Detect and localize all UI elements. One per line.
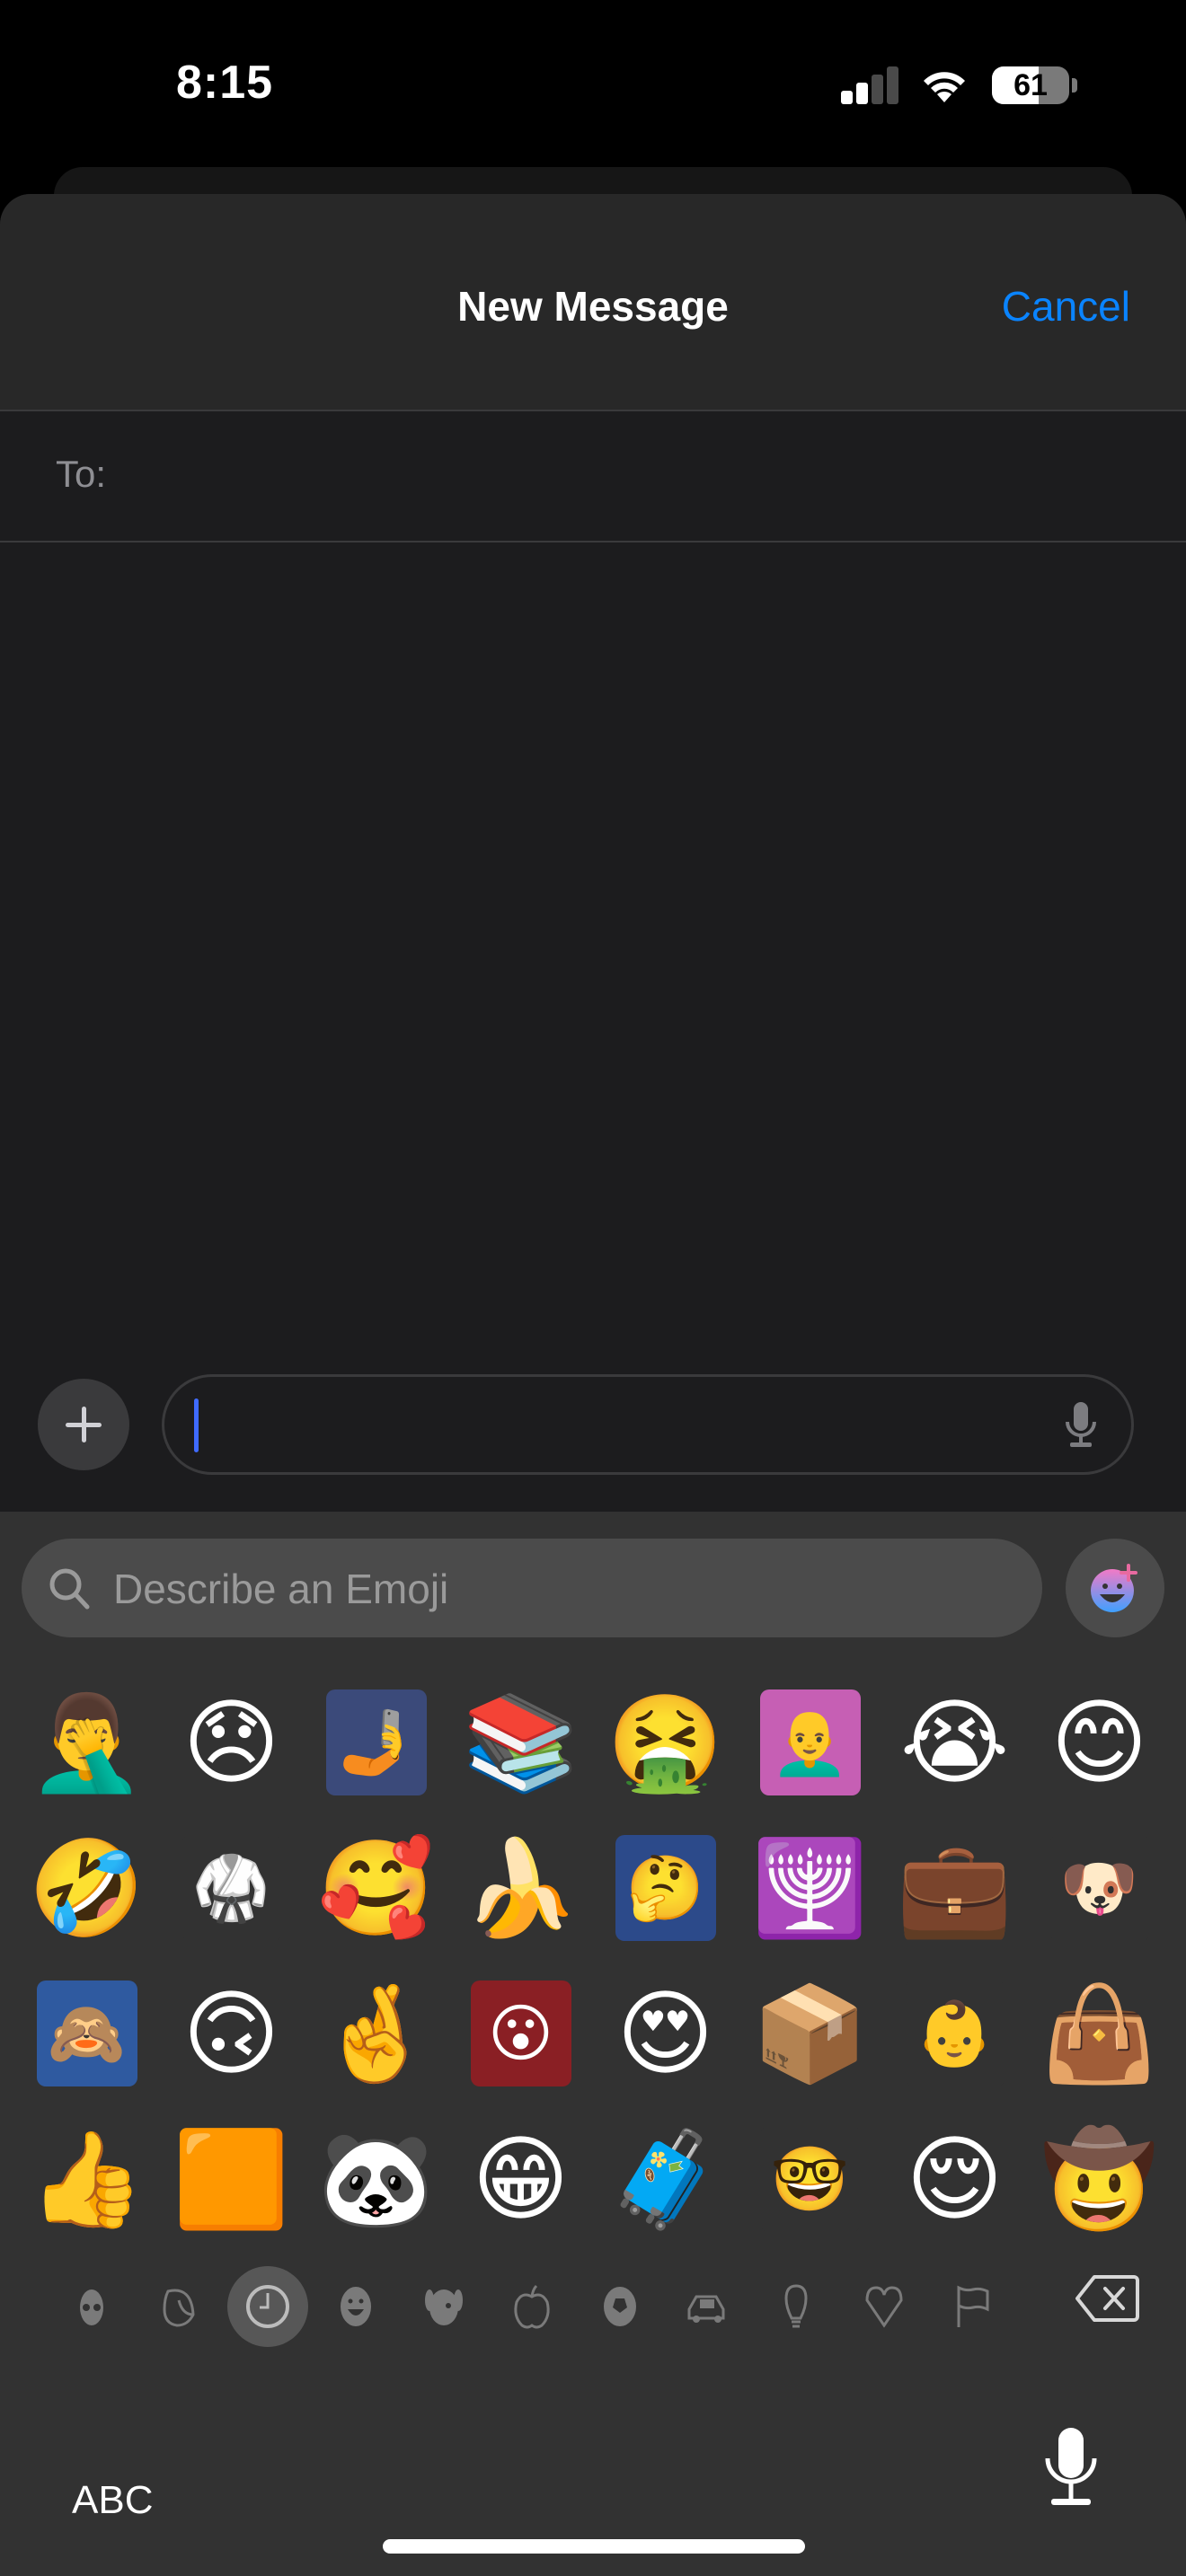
emoji-orange-square[interactable]: 🟧 (159, 2106, 304, 2252)
emoji-category-bar (54, 2266, 1132, 2347)
signal-bar (841, 91, 853, 104)
emoji-smiling-face-with-heart-eyes[interactable]: 😍 (593, 1961, 738, 2106)
to-label: To: (56, 453, 107, 495)
emoji-memoji-covering-eye[interactable]: 🙈 (14, 1961, 159, 2106)
wifi-icon (918, 63, 970, 104)
emoji-keyboard: 🤦‍♂️😞🤳📚🤮👨‍🦲😭😊 🤣🥋🥰🍌🤔🕎💼🐶 🙈🙃🤞😮😍📦👶👜 👍🟧🐼😁🧳🤓😌🤠 AB… (0, 1512, 1186, 2576)
clock-icon (246, 2285, 289, 2328)
message-field[interactable] (162, 1374, 1134, 1475)
emoji-menorah[interactable]: 🕎 (738, 1815, 882, 1961)
emoji-grid: 🤦‍♂️ 😞 🤳 📚 🤮 👨‍🦲 😭 😊 🤣 🥋 🥰 🍌 🤔 🕎 💼 🐶 🙈 🙃 🤞 😮 😍 📦 👶 👜 👍 🟧 🐼 😁 🧳 🤓 😌 🤠 (14, 1670, 1173, 2252)
emoji-panda-eating-sticker[interactable]: 🐼 (304, 2106, 448, 2252)
emoji-briefcase[interactable]: 💼 (882, 1815, 1027, 1961)
status-time: 8:15 (176, 57, 274, 109)
battery-percent: 61 (1013, 68, 1048, 102)
emoji-upside-down-face[interactable]: 🙃 (159, 1961, 304, 2106)
flag-icon (957, 2285, 989, 2327)
dictation-microphone-icon[interactable] (1044, 2428, 1098, 2510)
category-animals[interactable] (403, 2266, 484, 2347)
photo-sticker-father-son-image: 🤳 (325, 1689, 427, 1795)
emoji-memoji-hand-on-cheek[interactable]: 😮 (448, 1961, 593, 2106)
emoji-snoopy-snorkel-sticker[interactable]: 🐶 (1027, 1815, 1172, 1961)
soccer-ball-icon (604, 2287, 636, 2326)
search-icon (49, 1568, 90, 1610)
emoji-search-field[interactable] (22, 1539, 1042, 1637)
emoji-smiling-face-with-hearts[interactable]: 🥰 (304, 1815, 448, 1961)
microphone-icon[interactable] (1065, 1402, 1097, 1449)
emoji-thumbs-up[interactable]: 👍 (14, 2106, 159, 2252)
car-icon (687, 2295, 725, 2323)
cancel-button[interactable]: Cancel (1002, 282, 1130, 331)
photo-sticker-baby-walker-image: 👶 (904, 1981, 1005, 2086)
apple-icon (514, 2284, 550, 2329)
emoji-smiling-face-with-smiling-eyes[interactable]: 😊 (1027, 1670, 1172, 1815)
dog-icon (425, 2289, 463, 2325)
snoopy-snorkel-sticker-image: 🐶 (1049, 1835, 1150, 1941)
emoji-photo-sticker-baby-walker[interactable]: 👶 (882, 1961, 1027, 2106)
memoji-pink-shirt-image: 👨‍🦲 (759, 1689, 861, 1795)
delete-backspace-icon[interactable] (1075, 2273, 1139, 2324)
emoji-relieved-face[interactable]: 😌 (882, 2106, 1027, 2252)
smiley-icon (341, 2287, 371, 2326)
emoji-photo-sticker-father-son[interactable]: 🤳 (304, 1670, 448, 1815)
genmoji-sparkle-face-icon (1091, 1564, 1137, 1612)
text-caret (194, 1398, 199, 1452)
emoji-man-facepalming[interactable]: 🤦‍♂️ (14, 1670, 159, 1815)
recipient-input[interactable] (126, 438, 1154, 512)
sheet-header: New Message Cancel (0, 194, 1186, 411)
category-smileys[interactable] (315, 2266, 396, 2347)
category-frequently-used[interactable] (227, 2266, 308, 2347)
plus-icon-vertical (82, 1407, 86, 1442)
memoji-blue-blazer-image: 🤔 (615, 1835, 716, 1941)
memoji-hand-on-cheek-image: 😮 (470, 1981, 571, 2086)
memoji-heart-eyes-icon (80, 2289, 103, 2325)
heart-icon (865, 2286, 903, 2328)
lightbulb-icon (784, 2284, 808, 2328)
cellular-signal-icon (841, 66, 900, 104)
category-activity[interactable] (580, 2266, 660, 2347)
abc-keyboard-switch[interactable]: ABC (72, 2478, 153, 2523)
emoji-crossed-fingers[interactable]: 🤞 (304, 1961, 448, 2106)
emoji-package[interactable]: 📦 (738, 1961, 882, 2106)
emoji-beaming-face[interactable]: 😁 (448, 2106, 593, 2252)
home-indicator[interactable] (383, 2539, 805, 2554)
battery-icon: 61 (992, 66, 1077, 104)
signal-bar (856, 83, 868, 104)
emoji-banana[interactable]: 🍌 (448, 1815, 593, 1961)
apps-plus-button[interactable] (38, 1379, 129, 1470)
memoji-head-glasses-image: 🤓 (759, 2126, 861, 2232)
emoji-vomiting-face[interactable]: 🤮 (593, 1670, 738, 1815)
emoji-photo-sticker-karate-kid[interactable]: 🥋 (159, 1815, 304, 1961)
emoji-loudly-crying-face[interactable]: 😭 (882, 1670, 1027, 1815)
emoji-cowboy-hat-face[interactable]: 🤠 (1027, 2106, 1172, 2252)
emoji-disappointed-face[interactable]: 😞 (159, 1670, 304, 1815)
sticker-peel-icon (163, 2289, 195, 2327)
emoji-memoji-blue-blazer[interactable]: 🤔 (593, 1815, 738, 1961)
message-input[interactable] (206, 1386, 1018, 1465)
recipient-row: To: (0, 411, 1186, 543)
emoji-handbag[interactable]: 👜 (1027, 1961, 1172, 2106)
emoji-luggage[interactable]: 🧳 (593, 2106, 738, 2252)
memoji-covering-eye-image: 🙈 (36, 1981, 137, 2086)
category-symbols[interactable] (844, 2266, 925, 2347)
emoji-rolling-on-floor-laughing[interactable]: 🤣 (14, 1815, 159, 1961)
category-stickers[interactable] (139, 2266, 220, 2347)
photo-sticker-karate-kid-image: 🥋 (181, 1835, 282, 1941)
category-travel[interactable] (668, 2266, 748, 2347)
signal-bar (887, 66, 898, 104)
emoji-memoji-pink-shirt[interactable]: 👨‍🦲 (738, 1670, 882, 1815)
category-flags[interactable] (932, 2266, 1013, 2347)
battery-tip (1072, 78, 1077, 93)
category-memoji[interactable] (51, 2266, 132, 2347)
emoji-memoji-head-glasses[interactable]: 🤓 (738, 2106, 882, 2252)
genmoji-button[interactable] (1066, 1539, 1164, 1637)
emoji-search-input[interactable] (111, 1555, 1013, 1623)
category-food[interactable] (491, 2266, 572, 2347)
category-objects[interactable] (756, 2266, 836, 2347)
emoji-books[interactable]: 📚 (448, 1670, 593, 1815)
signal-bar (872, 75, 883, 104)
